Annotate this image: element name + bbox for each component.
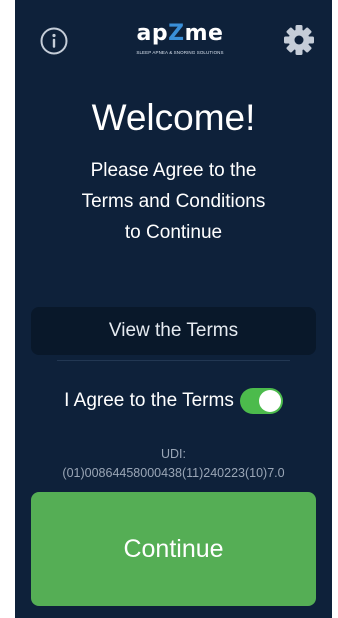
page-title: Welcome!: [91, 97, 256, 138]
logo-tagline: SLEEP APNEA & SNORING SOLUTIONS: [136, 50, 224, 55]
logo-wordmark: apZme: [136, 21, 224, 46]
continue-button[interactable]: Continue: [31, 492, 316, 606]
agree-terms-toggle[interactable]: [239, 388, 283, 414]
prompt-line-1: Please Agree to the: [90, 160, 257, 181]
gear-icon[interactable]: [282, 23, 316, 57]
agreement-prompt: Please Agree to the Terms and Conditions…: [35, 155, 312, 248]
udi-value: (01)00864458000438(11)240223(10)7.0: [62, 466, 285, 480]
udi-label: UDI:: [161, 447, 186, 461]
top-bar: apZme SLEEP APNEA & SNORING SOLUTIONS: [15, 0, 332, 80]
welcome-screen: apZme SLEEP APNEA & SNORING SOLUTIONS We…: [15, 0, 332, 618]
divider: [57, 360, 290, 361]
agree-terms-row: I Agree to the Terms: [15, 386, 332, 416]
prompt-line-2: Terms and Conditions: [81, 191, 266, 212]
view-terms-button[interactable]: View the Terms: [31, 307, 316, 355]
toggle-knob: [258, 390, 281, 412]
agree-terms-label: I Agree to the Terms: [64, 390, 234, 411]
info-circle-icon[interactable]: [39, 26, 69, 56]
apzme-logo: apZme SLEEP APNEA & SNORING SOLUTIONS: [125, 22, 235, 66]
prompt-line-3: to Continue: [124, 222, 223, 243]
